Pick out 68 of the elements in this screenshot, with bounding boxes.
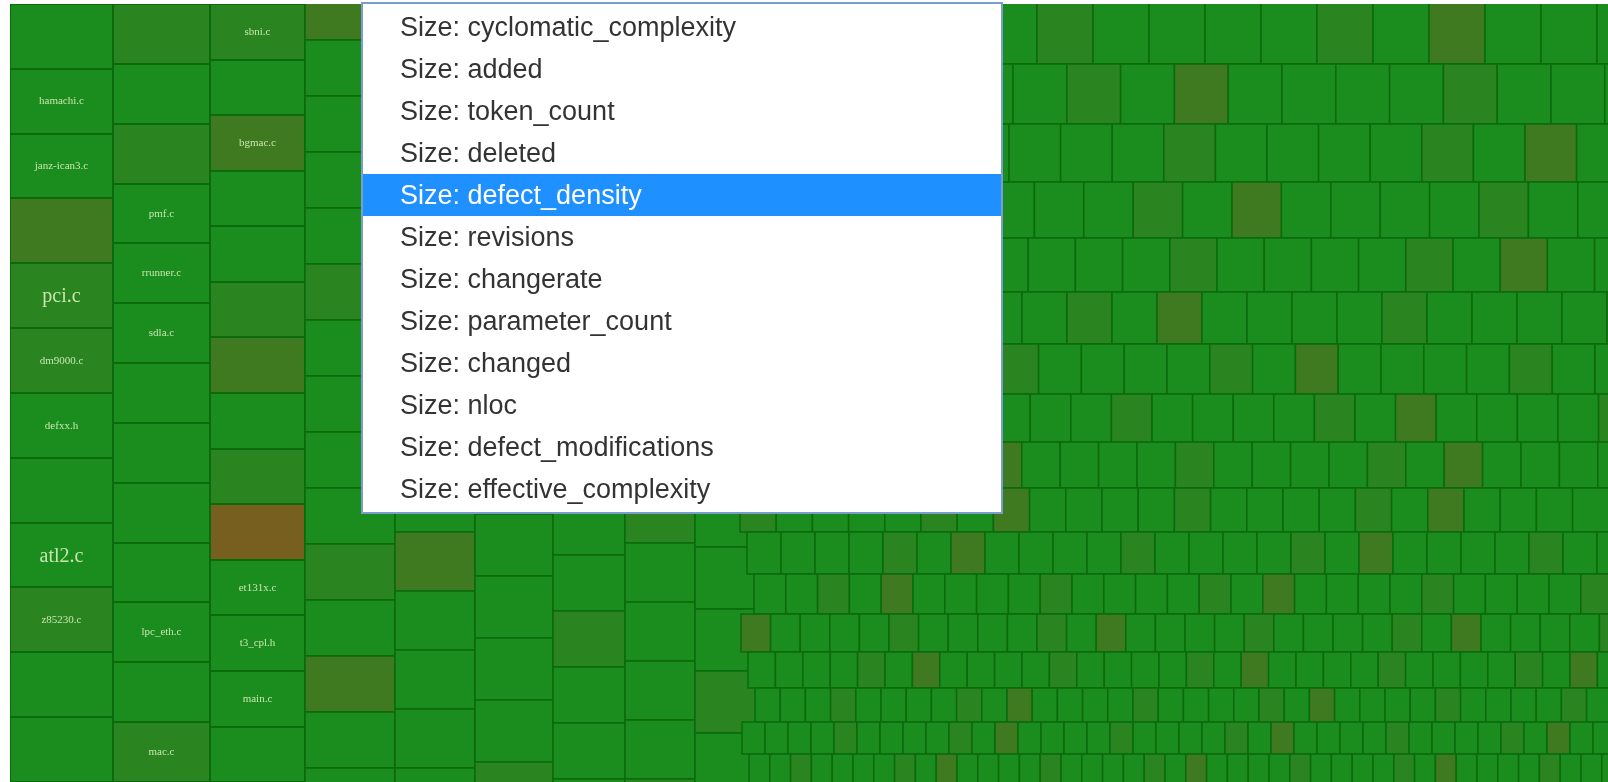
tile-label: bgmac.c [238, 136, 277, 150]
menu-option[interactable]: Size: changerate [363, 258, 1001, 300]
menu-option[interactable]: Size: deleted [363, 132, 1001, 174]
tile-label: janz-ican3.c [33, 159, 90, 173]
menu-option[interactable]: Size: token_count [363, 90, 1001, 132]
treemap-tile[interactable]: hamachi.c [10, 68, 113, 134]
tile-label: defxx.h [43, 418, 80, 433]
tile-label: main.c [241, 691, 274, 706]
menu-option[interactable]: Size: changed [363, 342, 1001, 384]
treemap-tile[interactable] [10, 717, 113, 782]
treemap-tile[interactable] [210, 393, 305, 449]
tile-label: lpc_eth.c [140, 625, 183, 640]
treemap-tile[interactable] [113, 482, 210, 543]
treemap-tile[interactable] [113, 123, 210, 184]
menu-option[interactable]: Size: effective_complexity [363, 468, 1001, 510]
treemap-tile[interactable]: mac.c [113, 722, 210, 782]
tile-label: pmf.c [147, 206, 176, 221]
treemap-tile[interactable] [10, 457, 113, 523]
treemap-tile[interactable] [210, 337, 305, 394]
treemap-tile[interactable] [10, 652, 113, 718]
treemap-tile[interactable] [210, 59, 305, 116]
tile-label: pci.c [41, 283, 82, 309]
tile-label: mac.c [147, 745, 176, 759]
treemap-tile[interactable]: t3_cpl.h [210, 615, 305, 671]
treemap-tile[interactable]: pmf.c [113, 183, 210, 244]
tile-label: t3_cpl.h [238, 636, 277, 650]
treemap-tile[interactable]: rrunner.c [113, 243, 210, 304]
menu-option[interactable]: Size: added [363, 48, 1001, 90]
treemap-tile[interactable]: pci.c [10, 263, 113, 329]
treemap-tile[interactable] [210, 170, 305, 227]
treemap-tile[interactable] [10, 198, 113, 264]
menu-option[interactable]: Size: parameter_count [363, 300, 1001, 342]
treemap-tile[interactable]: dm9000.c [10, 328, 113, 393]
tile-label: dm9000.c [38, 353, 85, 368]
tile-label: et131x.c [237, 580, 278, 595]
treemap-tile[interactable] [210, 226, 305, 282]
treemap-tile[interactable] [113, 542, 210, 603]
treemap-tile[interactable]: sdla.c [113, 303, 210, 364]
treemap-tile[interactable]: z85230.c [10, 587, 113, 653]
treemap-tile[interactable] [10, 4, 113, 69]
treemap-tile[interactable] [210, 448, 305, 505]
menu-option[interactable]: Size: cyclomatic_complexity [363, 6, 1001, 48]
treemap-tile[interactable]: atl2.c [10, 522, 113, 588]
tile-label: sdla.c [147, 326, 176, 340]
treemap-tile[interactable] [113, 662, 210, 723]
treemap-tile[interactable]: lpc_eth.c [113, 602, 210, 663]
treemap-tile[interactable] [210, 504, 305, 560]
tile-label: rrunner.c [140, 266, 183, 281]
treemap-tile[interactable]: main.c [210, 670, 305, 727]
treemap-tile[interactable] [113, 422, 210, 483]
treemap-tile[interactable] [210, 726, 305, 782]
menu-option[interactable]: Size: nloc [363, 384, 1001, 426]
tile-label: hamachi.c [38, 94, 85, 109]
tile-label: atl2.c [38, 542, 85, 568]
treemap-tile[interactable]: sbni.c [210, 4, 305, 60]
treemap-tile[interactable] [113, 63, 210, 124]
treemap-tile[interactable] [210, 281, 305, 338]
treemap-tile[interactable]: defxx.h [10, 392, 113, 458]
treemap-tile[interactable]: et131x.c [210, 559, 305, 616]
treemap-tile[interactable]: bgmac.c [210, 115, 305, 171]
treemap-tile[interactable]: janz-ican3.c [10, 133, 113, 199]
treemap-tile[interactable] [113, 363, 210, 423]
menu-option[interactable]: Size: defect_density [363, 174, 1001, 216]
tile-label: z85230.c [40, 613, 83, 627]
menu-option[interactable]: Size: revisions [363, 216, 1001, 258]
treemap-tile[interactable] [113, 4, 210, 64]
tile-label: sbni.c [243, 24, 272, 39]
menu-option[interactable]: Size: defect_modifications [363, 426, 1001, 468]
